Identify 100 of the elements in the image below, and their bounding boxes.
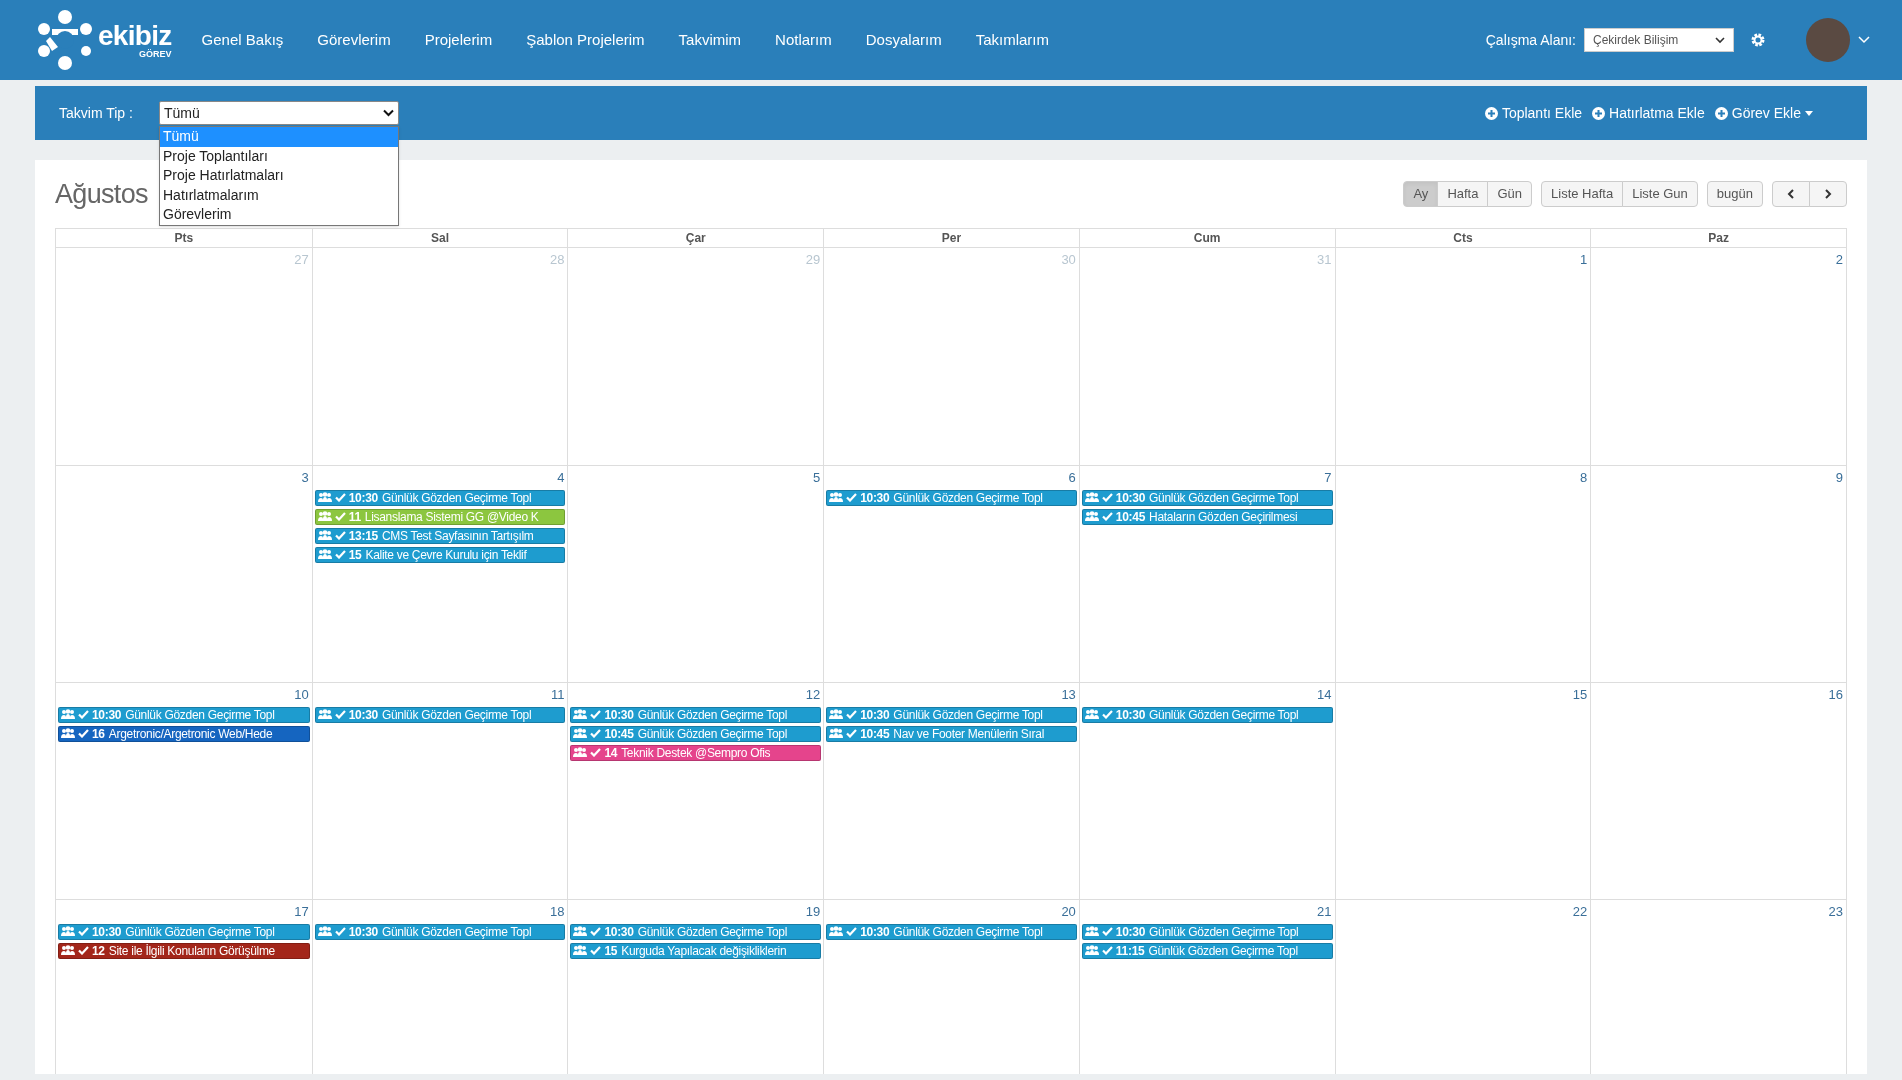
group-icon <box>573 926 588 937</box>
nav-link[interactable]: Takvimim <box>678 28 742 52</box>
check-icon <box>334 710 346 719</box>
view-button[interactable]: Liste Gun <box>1622 181 1698 207</box>
group-icon <box>1084 926 1099 937</box>
plus-circle-icon <box>1592 106 1606 120</box>
weekday-header: Sal <box>311 229 568 248</box>
add-link[interactable]: Hatırlatma Ekle <box>1592 102 1705 124</box>
event-chip[interactable]: 10:45 Nav ve Footer Menülerin Sıral <box>826 725 1077 742</box>
group-icon <box>317 492 332 503</box>
check-icon <box>846 493 858 502</box>
event-chip[interactable]: 10:45 Günlük Gözden Geçirme Topl <box>570 725 822 742</box>
nav-link[interactable]: Şablon Projelerim <box>526 28 645 52</box>
event-chip[interactable]: 15 Kalite ve Çevre Kurulu için Teklif <box>314 546 566 563</box>
event-title: 10:30 Günlük Gözden Geçirme Topl <box>604 706 787 724</box>
view-button[interactable]: Ay <box>1403 181 1439 207</box>
event-chip[interactable]: 11:15 Günlük Gözden Geçirme Topl <box>1081 942 1333 959</box>
day-number: 2 <box>1835 251 1844 269</box>
event-chip[interactable]: 10:30 Günlük Gözden Geçirme Topl <box>58 923 310 940</box>
event-chip[interactable]: 15 Kurguda Yapılacak değişikliklerin <box>570 942 822 959</box>
weekday-header: Paz <box>1590 229 1846 248</box>
event-chip[interactable]: 13:15 CMS Test Sayfasının Tartışılm <box>314 527 566 544</box>
event-chip[interactable]: 10:30 Günlük Gözden Geçirme Topl <box>1081 489 1333 506</box>
day-number: 14 <box>1317 686 1333 704</box>
event-chip[interactable]: 10:30 Günlük Gözden Geçirme Topl <box>314 923 566 940</box>
event-title: 16 Argetronic/Argetronic Web/Hede <box>92 725 273 743</box>
settings-icon[interactable] <box>1750 32 1766 48</box>
chevron-down-icon <box>1715 36 1725 44</box>
check-icon <box>334 550 346 559</box>
day-number: 30 <box>1061 251 1077 269</box>
event-title: 12 Site ile İlgili Konuların Görüşülme <box>92 942 275 960</box>
check-icon <box>334 493 346 502</box>
event-title: 10:30 Günlük Gözden Geçirme Topl <box>348 923 532 941</box>
nav-link[interactable]: Notlarım <box>775 28 832 52</box>
day-number: 23 <box>1828 903 1844 921</box>
event-chip[interactable]: 10:30 Günlük Gözden Geçirme Topl <box>826 923 1077 940</box>
event-title: 10:30 Günlük Gözden Geçirme Topl <box>92 706 275 724</box>
view-button[interactable]: bugün <box>1706 181 1763 207</box>
event-title: 14 Teknik Destek @Sempro Ofis <box>604 744 771 762</box>
view-button[interactable]: Liste Hafta <box>1541 181 1624 207</box>
event-chip[interactable]: 10:30 Günlük Gözden Geçirme Topl <box>1081 706 1333 723</box>
group-icon <box>829 728 844 739</box>
day-number: 16 <box>1828 686 1844 704</box>
event-title: 10:45 Günlük Gözden Geçirme Topl <box>604 725 787 743</box>
check-icon <box>1101 946 1113 955</box>
dropdown-option[interactable]: Hatırlatmalarım <box>160 185 398 205</box>
event-chip[interactable]: 10:30 Günlük Gözden Geçirme Topl <box>314 706 566 723</box>
group-icon <box>1084 709 1099 720</box>
event-chip[interactable]: 16 Argetronic/Argetronic Web/Hede <box>58 725 310 742</box>
event-title: 10:30 Günlük Gözden Geçirme Topl <box>860 489 1043 507</box>
event-title: 11:15 Günlük Gözden Geçirme Topl <box>1115 942 1298 960</box>
group-icon <box>1084 492 1099 503</box>
view-button[interactable]: Gün <box>1487 181 1533 207</box>
check-icon <box>334 512 346 521</box>
check-icon <box>78 729 89 738</box>
event-chip[interactable]: 14 Teknik Destek @Sempro Ofis <box>570 744 822 761</box>
event-chip[interactable]: 10:45 Hataların Gözden Geçirilmesi <box>1081 508 1333 525</box>
nav-link[interactable]: Projelerim <box>424 28 493 52</box>
workspace-select[interactable]: Çekirdek Bilişim <box>1584 28 1734 52</box>
group-icon <box>61 728 75 739</box>
nav-link[interactable]: Görevlerim <box>317 28 391 52</box>
nav-link[interactable]: Takımlarım <box>975 28 1049 52</box>
day-number: 18 <box>549 903 566 921</box>
group-icon <box>829 492 844 503</box>
nav-link[interactable]: Dosyalarım <box>865 28 942 52</box>
dropdown-option[interactable]: Proje Hatırlatmaları <box>160 166 398 186</box>
day-number: 28 <box>549 251 566 269</box>
event-title: 10:45 Nav ve Footer Menülerin Sıral <box>860 725 1045 743</box>
weekday-header: Pts <box>56 229 312 248</box>
event-chip[interactable]: 10:30 Günlük Gözden Geçirme Topl <box>570 706 822 723</box>
event-chip[interactable]: 10:30 Günlük Gözden Geçirme Topl <box>58 706 310 723</box>
logo-text: ekibiz <box>98 21 172 50</box>
dropdown-option[interactable]: Görevlerim <box>160 205 398 225</box>
group-icon <box>829 709 844 720</box>
day-number: 31 <box>1317 251 1333 269</box>
event-chip[interactable]: 12 Site ile İlgili Konuların Görüşülme <box>58 942 310 959</box>
day-number: 20 <box>1061 903 1077 921</box>
add-link[interactable]: Toplantı Ekle <box>1484 102 1583 124</box>
event-chip[interactable]: 10:30 Günlük Gözden Geçirme Topl <box>314 489 566 506</box>
group-icon <box>317 549 332 560</box>
event-chip[interactable]: 10:30 Günlük Gözden Geçirme Topl <box>826 489 1077 506</box>
group-icon <box>317 926 332 937</box>
chevron-down-icon[interactable] <box>1858 36 1870 44</box>
event-chip[interactable]: 10:30 Günlük Gözden Geçirme Topl <box>826 706 1077 723</box>
day-number: 17 <box>294 903 310 921</box>
weekday-header: Çar <box>567 229 824 248</box>
check-icon <box>1101 927 1113 936</box>
chevron-left-icon <box>1787 189 1795 199</box>
add-link[interactable]: Görev Ekle <box>1714 102 1813 124</box>
view-button[interactable]: Hafta <box>1437 181 1489 207</box>
dropdown-option[interactable]: Tümü <box>160 127 398 147</box>
day-number: 5 <box>812 469 822 487</box>
nav-link[interactable]: Genel Bakış <box>201 28 284 52</box>
group-icon <box>61 945 75 956</box>
event-chip[interactable]: 10:30 Günlük Gözden Geçirme Topl <box>1081 923 1333 940</box>
previous-button[interactable] <box>1772 181 1810 207</box>
next-button[interactable] <box>1809 181 1847 207</box>
calendar-type-select[interactable]: Tümü <box>159 101 399 125</box>
dropdown-option[interactable]: Proje Toplantıları <box>160 146 398 166</box>
event-chip[interactable]: 10:30 Günlük Gözden Geçirme Topl <box>570 923 822 940</box>
